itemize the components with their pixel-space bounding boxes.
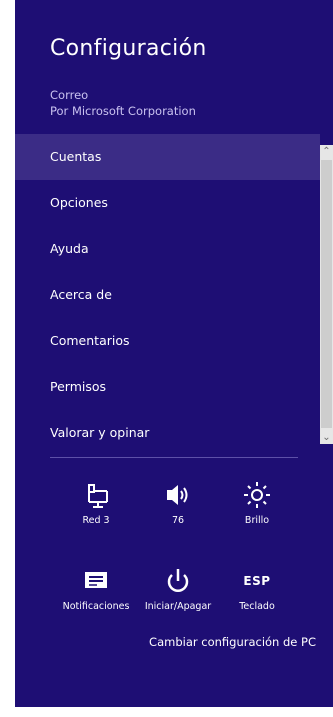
scroll-down-icon[interactable]: ⌄ [320, 431, 333, 444]
menu-scrollbar[interactable]: ⌃ ⌄ [320, 145, 333, 444]
settings-charm-pane: Configuración Correo Por Microsoft Corpo… [15, 0, 333, 707]
menu-item-comentarios[interactable]: Comentarios [15, 318, 320, 364]
menu-item-ayuda[interactable]: Ayuda [15, 226, 320, 272]
app-name: Correo [50, 88, 89, 102]
scroll-thumb[interactable] [321, 160, 332, 428]
notifications-icon [55, 566, 137, 600]
notifications-tile[interactable]: Notificaciones [55, 566, 137, 613]
network-tile[interactable]: Red 3 [55, 480, 137, 527]
network-label: Red 3 [82, 515, 110, 526]
power-tile[interactable]: Iniciar/Apagar [137, 566, 219, 613]
page-title: Configuración [50, 36, 207, 61]
divider [50, 457, 298, 458]
volume-tile[interactable]: 76 [137, 480, 219, 527]
menu-item-valorar[interactable]: Valorar y opinar [15, 410, 320, 456]
change-pc-settings-link[interactable]: Cambiar configuración de PC [149, 635, 316, 649]
power-icon [137, 566, 219, 600]
power-label: Iniciar/Apagar [144, 601, 212, 612]
keyboard-tile[interactable]: ESP Teclado [216, 566, 298, 613]
keyboard-label: Teclado [239, 601, 275, 612]
app-publisher: Por Microsoft Corporation [50, 104, 196, 118]
settings-menu: Cuentas Opciones Ayuda Acerca de Comenta… [15, 134, 320, 456]
notifications-label: Notificaciones [62, 601, 130, 612]
app-info: Correo Por Microsoft Corporation [50, 87, 196, 119]
menu-item-permisos[interactable]: Permisos [15, 364, 320, 410]
keyboard-language: ESP [243, 574, 271, 588]
brightness-icon [216, 480, 298, 514]
volume-label: 76 [171, 515, 185, 526]
menu-item-acerca-de[interactable]: Acerca de [15, 272, 320, 318]
brightness-tile[interactable]: Brillo [216, 480, 298, 527]
brightness-label: Brillo [244, 515, 270, 526]
menu-item-cuentas[interactable]: Cuentas [15, 134, 320, 180]
network-icon [55, 480, 137, 514]
speaker-icon [137, 480, 219, 514]
scroll-up-icon[interactable]: ⌃ [320, 145, 333, 158]
menu-item-opciones[interactable]: Opciones [15, 180, 320, 226]
